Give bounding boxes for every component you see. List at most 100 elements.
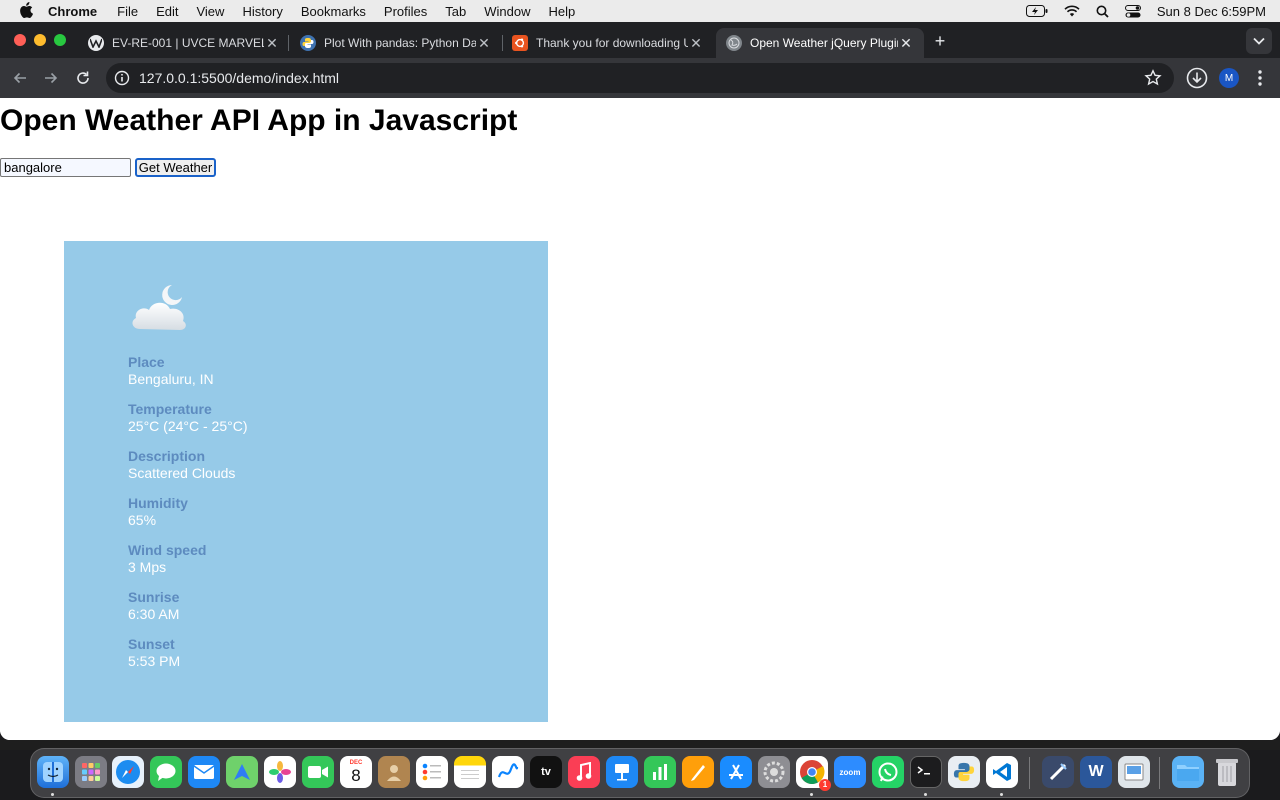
facetime-icon[interactable] (302, 756, 334, 788)
tv-label: tv (541, 766, 551, 778)
xcode-icon[interactable] (1042, 756, 1074, 788)
notes-icon[interactable] (454, 756, 486, 788)
browser-toolbar: 127.0.0.1:5500/demo/index.html M (0, 58, 1280, 98)
download-icon[interactable] (1186, 67, 1208, 89)
messages-icon[interactable] (150, 756, 182, 788)
pages-icon[interactable] (682, 756, 714, 788)
address-url[interactable]: 127.0.0.1:5500/demo/index.html (139, 70, 339, 86)
apple-menu-icon[interactable] (16, 1, 36, 21)
tab-plot-with-pandas[interactable]: Plot With pandas: Python Dat ✕ (292, 28, 500, 58)
reminders-icon[interactable] (416, 756, 448, 788)
launchpad-icon[interactable] (75, 756, 107, 788)
control-center-icon[interactable] (1124, 4, 1141, 18)
tab-strip: EV-RE-001 | UVCE MARVEL ✕ Plot With pand… (0, 22, 1280, 58)
description-field: Description Scattered Clouds (128, 448, 235, 482)
web-page: Open Weather API App in Javascript Get W… (0, 98, 1280, 740)
app-menu-chrome[interactable]: Chrome (48, 4, 97, 19)
vscode-icon[interactable] (986, 756, 1018, 788)
tab-uvce-marvel[interactable]: EV-RE-001 | UVCE MARVEL ✕ (80, 28, 288, 58)
tab-close-icon[interactable]: ✕ (264, 35, 280, 51)
menu-help[interactable]: Help (549, 4, 576, 19)
zoom-label: zoom (839, 767, 861, 777)
mail-icon[interactable] (188, 756, 220, 788)
wifi-icon[interactable] (1064, 5, 1080, 17)
tab-search-icon[interactable] (1246, 28, 1272, 54)
place-field: Place Bengaluru, IN (128, 354, 214, 388)
word-icon[interactable]: W (1080, 756, 1112, 788)
forward-arrow-icon[interactable] (39, 66, 63, 90)
running-indicator (1000, 793, 1003, 796)
dock: DEC 8 tv 1 zoom W (30, 748, 1250, 798)
whatsapp-icon[interactable] (872, 756, 904, 788)
marvel-icon (88, 35, 104, 51)
menu-tab[interactable]: Tab (445, 4, 466, 19)
humidity-label: Humidity (128, 495, 188, 511)
page-title: Open Weather API App in Javascript (0, 104, 518, 137)
preview-icon[interactable] (1118, 756, 1150, 788)
bookmark-star-icon[interactable] (1144, 69, 1162, 87)
running-indicator (51, 793, 54, 796)
more-menu-icon[interactable] (1252, 68, 1268, 88)
menu-edit[interactable]: Edit (156, 4, 178, 19)
sunrise-value: 6:30 AM (128, 606, 180, 622)
system-settings-icon[interactable] (758, 756, 790, 788)
menu-view[interactable]: View (196, 4, 224, 19)
profile-avatar[interactable]: M (1219, 68, 1239, 88)
description-value: Scattered Clouds (128, 465, 236, 481)
wind-speed-label: Wind speed (128, 542, 207, 558)
cloud-moon-icon (128, 279, 190, 337)
tab-title: EV-RE-001 | UVCE MARVEL (112, 36, 264, 50)
humidity-value: 65% (128, 512, 157, 528)
menu-window[interactable]: Window (484, 4, 530, 19)
tab-open-weather-plugin[interactable]: Open Weather jQuery Plugin ✕ (716, 28, 924, 58)
menu-bookmarks[interactable]: Bookmarks (301, 4, 366, 19)
new-tab-icon[interactable]: + (930, 32, 950, 52)
calendar-icon[interactable]: DEC 8 (340, 756, 372, 788)
description-label: Description (128, 448, 206, 464)
zoom-icon[interactable]: zoom (834, 756, 866, 788)
back-arrow-icon[interactable] (8, 66, 32, 90)
site-info-icon[interactable] (114, 70, 130, 86)
dock-separator (1029, 757, 1030, 789)
music-icon[interactable] (568, 756, 600, 788)
safari-icon[interactable] (112, 756, 144, 788)
python-icon[interactable] (948, 756, 980, 788)
sunset-label: Sunset (128, 636, 175, 652)
numbers-icon[interactable] (644, 756, 676, 788)
menu-bar: Chrome File Edit View History Bookmarks … (0, 0, 1280, 22)
battery-icon[interactable] (1025, 5, 1048, 17)
downloads-folder-icon[interactable] (1172, 756, 1204, 788)
photos-icon[interactable] (264, 756, 296, 788)
reload-icon[interactable] (71, 66, 95, 90)
trash-icon[interactable] (1211, 756, 1243, 788)
tab-divider (288, 35, 289, 51)
tab-thank-you-downloading[interactable]: Thank you for downloading U ✕ (504, 28, 712, 58)
terminal-icon[interactable] (910, 756, 942, 788)
get-weather-button[interactable]: Get Weather (135, 158, 216, 177)
tab-close-icon[interactable]: ✕ (688, 35, 704, 51)
menu-profiles[interactable]: Profiles (384, 4, 427, 19)
tab-title: Open Weather jQuery Plugin (750, 36, 898, 50)
city-search-input[interactable] (0, 158, 131, 177)
app-store-icon[interactable] (720, 756, 752, 788)
contacts-icon[interactable] (378, 756, 410, 788)
menu-file[interactable]: File (117, 4, 138, 19)
address-bar[interactable]: 127.0.0.1:5500/demo/index.html (106, 63, 1174, 93)
tab-title: Plot With pandas: Python Dat (324, 36, 476, 50)
tab-close-icon[interactable]: ✕ (898, 35, 914, 51)
menu-history[interactable]: History (242, 4, 282, 19)
minimize-window-button[interactable] (34, 34, 46, 46)
freeform-icon[interactable] (492, 756, 524, 788)
maps-icon[interactable] (226, 756, 258, 788)
menubar-clock[interactable]: Sun 8 Dec 6:59PM (1157, 4, 1266, 19)
spotlight-search-icon[interactable] (1096, 5, 1109, 18)
python-icon (300, 35, 316, 51)
close-window-button[interactable] (14, 34, 26, 46)
zoom-window-button[interactable] (54, 34, 66, 46)
tab-close-icon[interactable]: ✕ (476, 35, 492, 51)
tv-icon[interactable]: tv (530, 756, 562, 788)
chrome-icon[interactable]: 1 (796, 756, 831, 791)
keynote-icon[interactable] (606, 756, 638, 788)
chrome-notification-badge: 1 (819, 779, 831, 791)
finder-icon[interactable] (37, 756, 69, 788)
